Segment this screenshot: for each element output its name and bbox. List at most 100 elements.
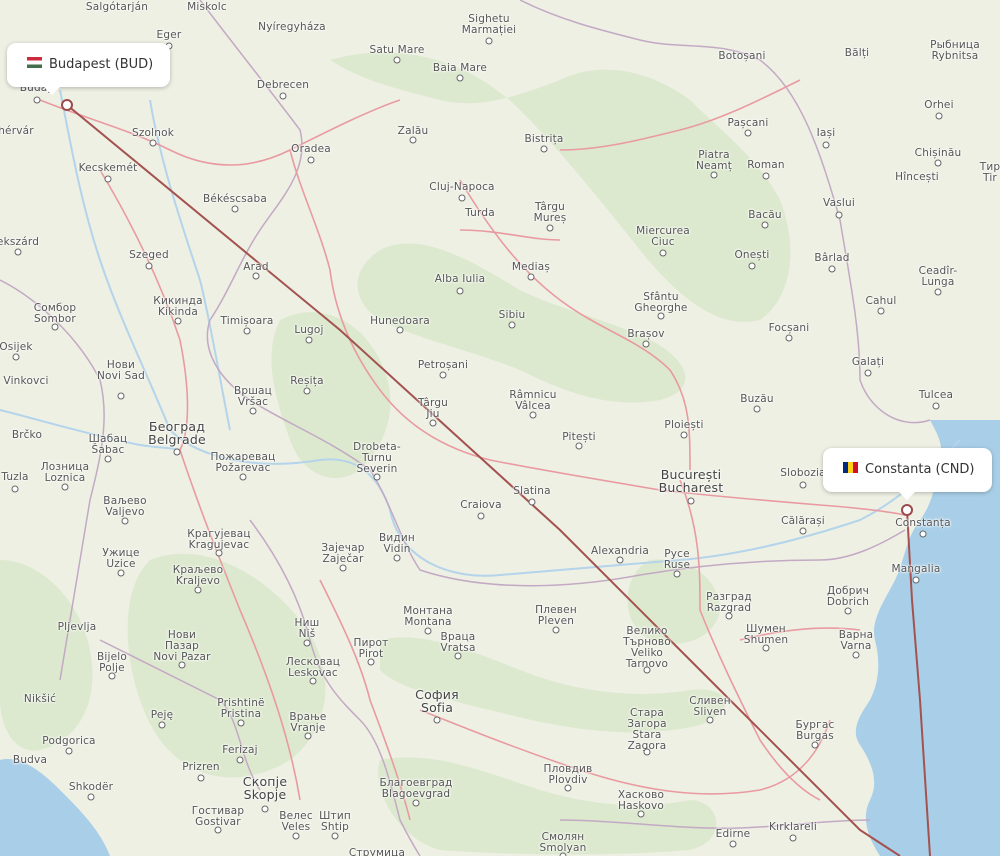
city-label-resita: Reșița — [290, 375, 324, 387]
city-marker-ruse — [673, 570, 681, 578]
city-marker-galati — [864, 369, 872, 377]
city-marker-lugoj — [305, 336, 313, 344]
city-label-tulcea: Tulcea — [918, 389, 954, 401]
city-label-tuzla: Tuzla — [1, 471, 29, 483]
city-marker-novi-sad — [117, 392, 125, 400]
city-marker-blagoevgrad — [412, 799, 420, 807]
city-label-blagoevgrad: Благоевград Blagoevgrad — [379, 777, 453, 800]
city-marker-edirne — [729, 840, 737, 848]
city-marker-pirot — [367, 658, 375, 666]
city-label-skopje: Скопје Skopje — [242, 774, 288, 802]
city-marker-sabac — [104, 455, 112, 463]
city-marker-craiova — [477, 512, 485, 520]
city-marker-kirklareli — [789, 834, 797, 842]
city-label-dobrich: Добрич Dobrich — [826, 585, 870, 608]
city-marker-pascani — [744, 129, 752, 137]
city-label-ruse: Русе Ruse — [663, 548, 691, 571]
city-label-pirot: Пирот Pirot — [353, 637, 389, 660]
city-marker-uzice — [117, 569, 125, 577]
city-label-pascani: Pașcani — [727, 117, 769, 129]
city-label-strumica: Струмица — [348, 847, 406, 856]
city-label-novi-sad: Нови Novi Sad — [96, 359, 146, 382]
city-label-vinkovci: Vinkovci — [3, 375, 49, 387]
city-label-szolnok: Szolnok — [131, 127, 175, 139]
city-marker-medias — [527, 273, 535, 281]
city-label-budva: Budva — [12, 754, 48, 766]
city-label-veliko: Велико Търново Veliko Tarnovo — [623, 625, 671, 670]
city-marker-smolyan — [559, 852, 567, 856]
city-label-ramnicu: Râmnicu Vâlcea — [509, 389, 557, 412]
destination-label: Constanta (CND) — [865, 462, 975, 477]
city-label-stip: Штип Shtip — [319, 810, 351, 833]
origin-airport-marker[interactable] — [61, 99, 73, 111]
city-marker-nis — [303, 639, 311, 647]
city-label-satu-mare: Satu Mare — [369, 44, 425, 56]
city-marker-pec — [158, 721, 166, 729]
city-marker-petrosani — [439, 371, 447, 379]
city-label-zajecar: Зајечар Zaječar — [321, 542, 365, 565]
origin-label: Budapest (BUD) — [49, 57, 154, 72]
city-marker-burgas — [811, 741, 819, 749]
city-marker-slatina — [528, 498, 536, 506]
city-marker-buzau — [753, 405, 761, 413]
city-label-sabac: Шабац Šabac — [88, 433, 128, 456]
city-marker-oradea — [307, 156, 315, 164]
city-label-ferizaj: Ferizaj — [222, 744, 258, 756]
city-marker-stip — [331, 832, 339, 840]
city-label-timisoara: Timișoara — [220, 315, 274, 327]
city-label-vrsac: Вршац Vršac — [233, 385, 273, 408]
city-marker-kraljevo — [194, 586, 202, 594]
city-label-craiova: Craiova — [460, 499, 502, 511]
city-marker-sfantu — [657, 312, 665, 320]
city-label-novi-pazar: Нови Пазар Novi Pazar — [153, 629, 211, 663]
city-label-pleven: Плевен Pleven — [535, 604, 577, 627]
city-label-vaslui: Vaslui — [823, 197, 855, 209]
city-label-prizren: Prizren — [182, 761, 220, 773]
city-marker-vidin — [393, 554, 401, 562]
city-label-pozarevac: Пожаревац Požarevac — [210, 451, 276, 474]
city-marker-vranje — [304, 732, 312, 740]
city-label-focsani: Focșani — [768, 322, 810, 334]
city-label-miskolc: Miskolc — [187, 1, 227, 13]
city-label-eger: Eger — [156, 29, 182, 41]
city-label-tiraspol-partial: Тир Tir — [979, 161, 1000, 184]
city-marker-zajecar — [339, 564, 347, 572]
city-marker-mangalia — [912, 576, 920, 584]
city-marker-sofia — [433, 716, 441, 724]
city-marker-sibiu — [508, 321, 516, 329]
city-label-leskovac: Лесковац Leskovac — [285, 656, 341, 679]
city-marker-satu-mare — [393, 56, 401, 64]
city-label-loznica: Лозница Loznica — [40, 461, 90, 484]
city-label-turda: Turda — [465, 207, 495, 219]
city-marker-budapest-partial — [33, 96, 41, 104]
city-label-zalau: Zalău — [397, 125, 429, 137]
city-marker-zalau — [409, 136, 417, 144]
city-marker-belgrade — [173, 448, 181, 456]
city-marker-pozarevac — [239, 473, 247, 481]
city-marker-constanta — [919, 530, 927, 538]
city-marker-bucharest — [687, 497, 695, 505]
city-marker-montana — [424, 627, 432, 635]
city-label-pec: Peję — [150, 709, 174, 721]
city-label-burgas: Бургас Burgas — [795, 719, 835, 742]
city-label-bacau: Bacău — [748, 209, 782, 221]
city-marker-prizren — [197, 774, 205, 782]
city-marker-vratsa — [454, 652, 462, 660]
city-label-szekesfehervar-partial: hérvár — [0, 125, 34, 137]
city-label-brcko: Brčko — [11, 429, 43, 441]
city-label-plovdiv: Пловдив Plovdiv — [543, 763, 593, 786]
city-marker-kikinda — [174, 317, 182, 325]
city-label-ribnita: Рыбница Rybnitsa — [930, 39, 980, 62]
city-label-hincesti: Hîncești — [895, 171, 939, 183]
city-label-bistrita: Bistrița — [524, 133, 564, 145]
destination-airport-marker[interactable] — [901, 504, 913, 516]
origin-callout[interactable]: Budapest (BUD) — [7, 43, 171, 95]
city-marker-valjevo — [121, 517, 129, 525]
flight-route-map[interactable]: Salgótarján Miskolc Sighetu Marmației Eger N… — [0, 0, 1000, 856]
city-marker-sombor — [51, 323, 59, 331]
city-marker-tulcea — [932, 402, 940, 410]
destination-callout[interactable]: Constanta (CND) — [823, 448, 992, 500]
city-label-bijelo: Bijelo Polje — [96, 651, 128, 674]
city-marker-haskovo — [637, 810, 645, 818]
city-label-niksic: Nikšić — [23, 693, 57, 705]
